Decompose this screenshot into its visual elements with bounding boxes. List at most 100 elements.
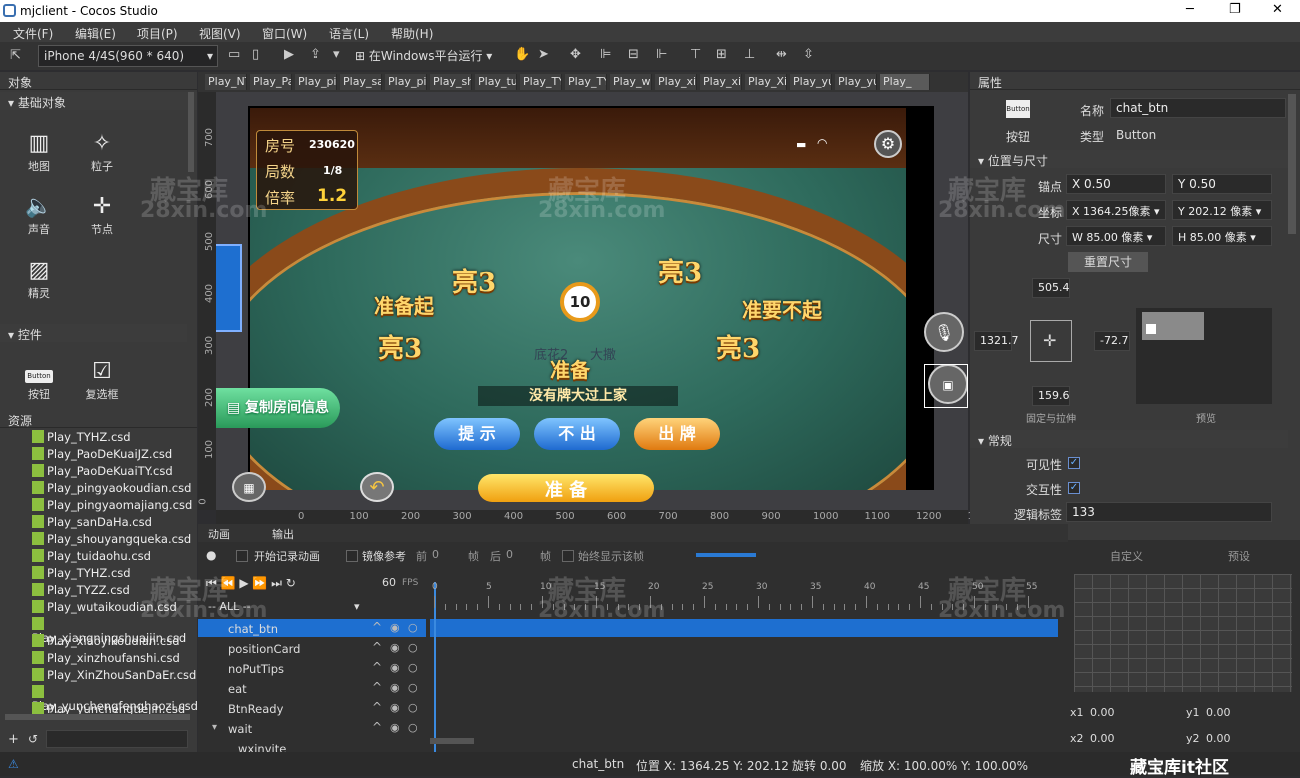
side-card-panel[interactable]: [216, 244, 242, 332]
resource-file[interactable]: Play_PaoDeKuaiJZ.csd: [32, 447, 172, 464]
editor-tab[interactable]: Play_TY: [565, 74, 607, 90]
reset-size-button[interactable]: 重置尺寸: [1068, 252, 1148, 272]
margin-bottom-field[interactable]: 159.6: [1032, 386, 1070, 406]
record-icon[interactable]: ●: [206, 548, 216, 562]
hint-button[interactable]: 提 示: [434, 418, 520, 450]
front-value[interactable]: 0: [432, 548, 439, 561]
circle-icon[interactable]: ○: [408, 701, 418, 714]
menu-window[interactable]: 窗口(W): [262, 25, 307, 42]
timeline-node[interactable]: BtnReady: [228, 702, 283, 716]
interactive-checkbox[interactable]: ✓: [1068, 482, 1080, 494]
x2-value[interactable]: 0.00: [1090, 732, 1115, 745]
timeline-h-scrollbar[interactable]: [430, 738, 474, 744]
size-h-field[interactable]: H 85.00 像素 ▾: [1172, 226, 1272, 246]
editor-tab[interactable]: Play_: [880, 74, 930, 90]
warning-icon[interactable]: ⚠: [8, 757, 19, 771]
editor-tab[interactable]: Play_sar: [340, 74, 382, 90]
align-left-icon[interactable]: ⊫: [600, 47, 611, 62]
add-icon[interactable]: +: [8, 732, 19, 747]
resource-file[interactable]: Play_xinzhoufanshi.csd: [32, 651, 180, 668]
resource-file[interactable]: Play_xiangningshuaijin.csd: [32, 617, 197, 645]
copy-room-info-button[interactable]: ▤ 复制房间信息: [216, 388, 340, 428]
eye-icon[interactable]: ◉: [390, 681, 400, 694]
particle-object[interactable]: ✧ 粒子: [77, 130, 127, 174]
resource-file[interactable]: Play_XinZhouSanDaEr.csd: [32, 668, 196, 685]
transport-controls[interactable]: ⏮ ⏪ ▶ ⏩ ⏭ ↻: [206, 576, 296, 591]
margin-left-field[interactable]: 1321.7: [974, 331, 1019, 351]
play-cards-button[interactable]: 出 牌: [634, 418, 720, 450]
lock-icon[interactable]: ^: [372, 620, 382, 634]
menu-view[interactable]: 视图(V): [199, 25, 241, 42]
editor-tab[interactable]: Play_pir: [385, 74, 427, 90]
controls-section[interactable]: ▾ 控件: [0, 324, 187, 342]
align-middle-icon[interactable]: ⊞: [716, 47, 727, 62]
chevron-down-icon[interactable]: ▾: [333, 47, 340, 62]
circle-icon[interactable]: ○: [408, 661, 418, 674]
resource-search-input[interactable]: [46, 730, 188, 748]
minimize-button[interactable]: ─: [1186, 2, 1194, 17]
scrollbar[interactable]: [188, 92, 194, 172]
editor-tab[interactable]: Play_yu: [790, 74, 832, 90]
align-bottom-icon[interactable]: ⊥: [744, 47, 755, 62]
y2-value[interactable]: 0.00: [1206, 732, 1231, 745]
h-scrollbar[interactable]: [5, 714, 190, 720]
menu-edit[interactable]: 编辑(E): [75, 25, 116, 42]
always-show-checkbox[interactable]: [562, 550, 574, 562]
resource-file[interactable]: Play_TYZZ.csd: [32, 583, 130, 600]
preset-tab[interactable]: 预设: [1228, 548, 1250, 564]
checkbox-control[interactable]: ☑ 复选框: [77, 358, 127, 402]
menu-file[interactable]: 文件(F): [13, 25, 53, 42]
hand-tool-icon[interactable]: ✋: [514, 47, 530, 62]
resource-file[interactable]: Play_sanDaHa.csd: [32, 515, 152, 532]
y1-value[interactable]: 0.00: [1206, 706, 1231, 719]
basic-objects-section[interactable]: ▾ 基础对象: [0, 92, 197, 110]
run-platform-select[interactable]: ⊞ 在Windows平台运行 ▾: [355, 47, 495, 67]
align-center-icon[interactable]: ⊟: [628, 47, 639, 62]
node-object[interactable]: ✛ 节点: [77, 193, 127, 237]
editor-tab[interactable]: Play_Pa: [250, 74, 292, 90]
editor-tab[interactable]: Play_TY: [520, 74, 562, 90]
settings-gear-icon[interactable]: ⚙: [874, 130, 902, 158]
editor-tab[interactable]: Play_pir: [295, 74, 337, 90]
menu-language[interactable]: 语言(L): [329, 25, 369, 42]
timeline-node[interactable]: positionCard: [228, 642, 300, 656]
align-right-icon[interactable]: ⊩: [656, 47, 667, 62]
resource-file[interactable]: Play_pingyaokoudian.csd: [32, 481, 191, 498]
anchor-layout-widget[interactable]: ✛: [1030, 320, 1072, 362]
position-size-section[interactable]: ▾ 位置与尺寸: [970, 150, 1288, 168]
ready-button[interactable]: 准 备: [478, 474, 654, 502]
resource-file[interactable]: Play_pingyaomajiang.csd: [32, 498, 192, 515]
landscape-icon[interactable]: ▭: [228, 47, 240, 62]
margin-right-field[interactable]: -72.7: [1094, 331, 1130, 351]
curve-grid[interactable]: [1074, 574, 1292, 692]
output-tab[interactable]: 输出: [272, 526, 294, 542]
timeline-node[interactable]: wait: [228, 722, 252, 736]
canvas-area[interactable]: 房号 230620 局数 1/8 倍率 1.2 ▬ ◠ ⚙ 亮3 亮3 亮3 亮…: [216, 92, 968, 510]
tag-field[interactable]: 133: [1066, 502, 1272, 522]
eye-icon[interactable]: ◉: [390, 721, 400, 734]
menu-project[interactable]: 项目(P): [137, 25, 178, 42]
lock-icon[interactable]: ^: [372, 660, 382, 674]
portrait-icon[interactable]: ▯: [252, 47, 259, 62]
lock-icon[interactable]: ^: [372, 640, 382, 654]
position-y-field[interactable]: Y 202.12 像素 ▾: [1172, 200, 1272, 220]
pass-button[interactable]: 不 出: [534, 418, 620, 450]
resource-file[interactable]: Play_TYHZ.csd: [32, 566, 131, 583]
expand-arrow-icon[interactable]: ▾: [212, 722, 217, 733]
custom-tab[interactable]: 自定义: [1110, 548, 1143, 564]
record-checkbox[interactable]: [236, 550, 248, 562]
lock-icon[interactable]: ^: [372, 680, 382, 694]
anchor-y-field[interactable]: Y 0.50: [1172, 174, 1272, 194]
back-value[interactable]: 0: [506, 548, 513, 561]
microphone-icon[interactable]: 🎙: [924, 312, 964, 352]
editor-tab[interactable]: Play_sh: [430, 74, 472, 90]
export-icon[interactable]: ⇪: [310, 47, 321, 62]
resource-file[interactable]: Play_yunchengfenghaozi.csd: [32, 685, 198, 713]
margin-top-field[interactable]: 505.4: [1032, 278, 1070, 298]
arrow-tool-icon[interactable]: ➤: [538, 47, 549, 62]
timeline-node[interactable]: chat_btn: [228, 622, 278, 636]
refresh-icon[interactable]: ↺: [28, 732, 38, 746]
x1-value[interactable]: 0.00: [1090, 706, 1115, 719]
position-x-field[interactable]: X 1364.25像素 ▾: [1066, 200, 1166, 220]
fps-value[interactable]: 60: [382, 576, 396, 589]
